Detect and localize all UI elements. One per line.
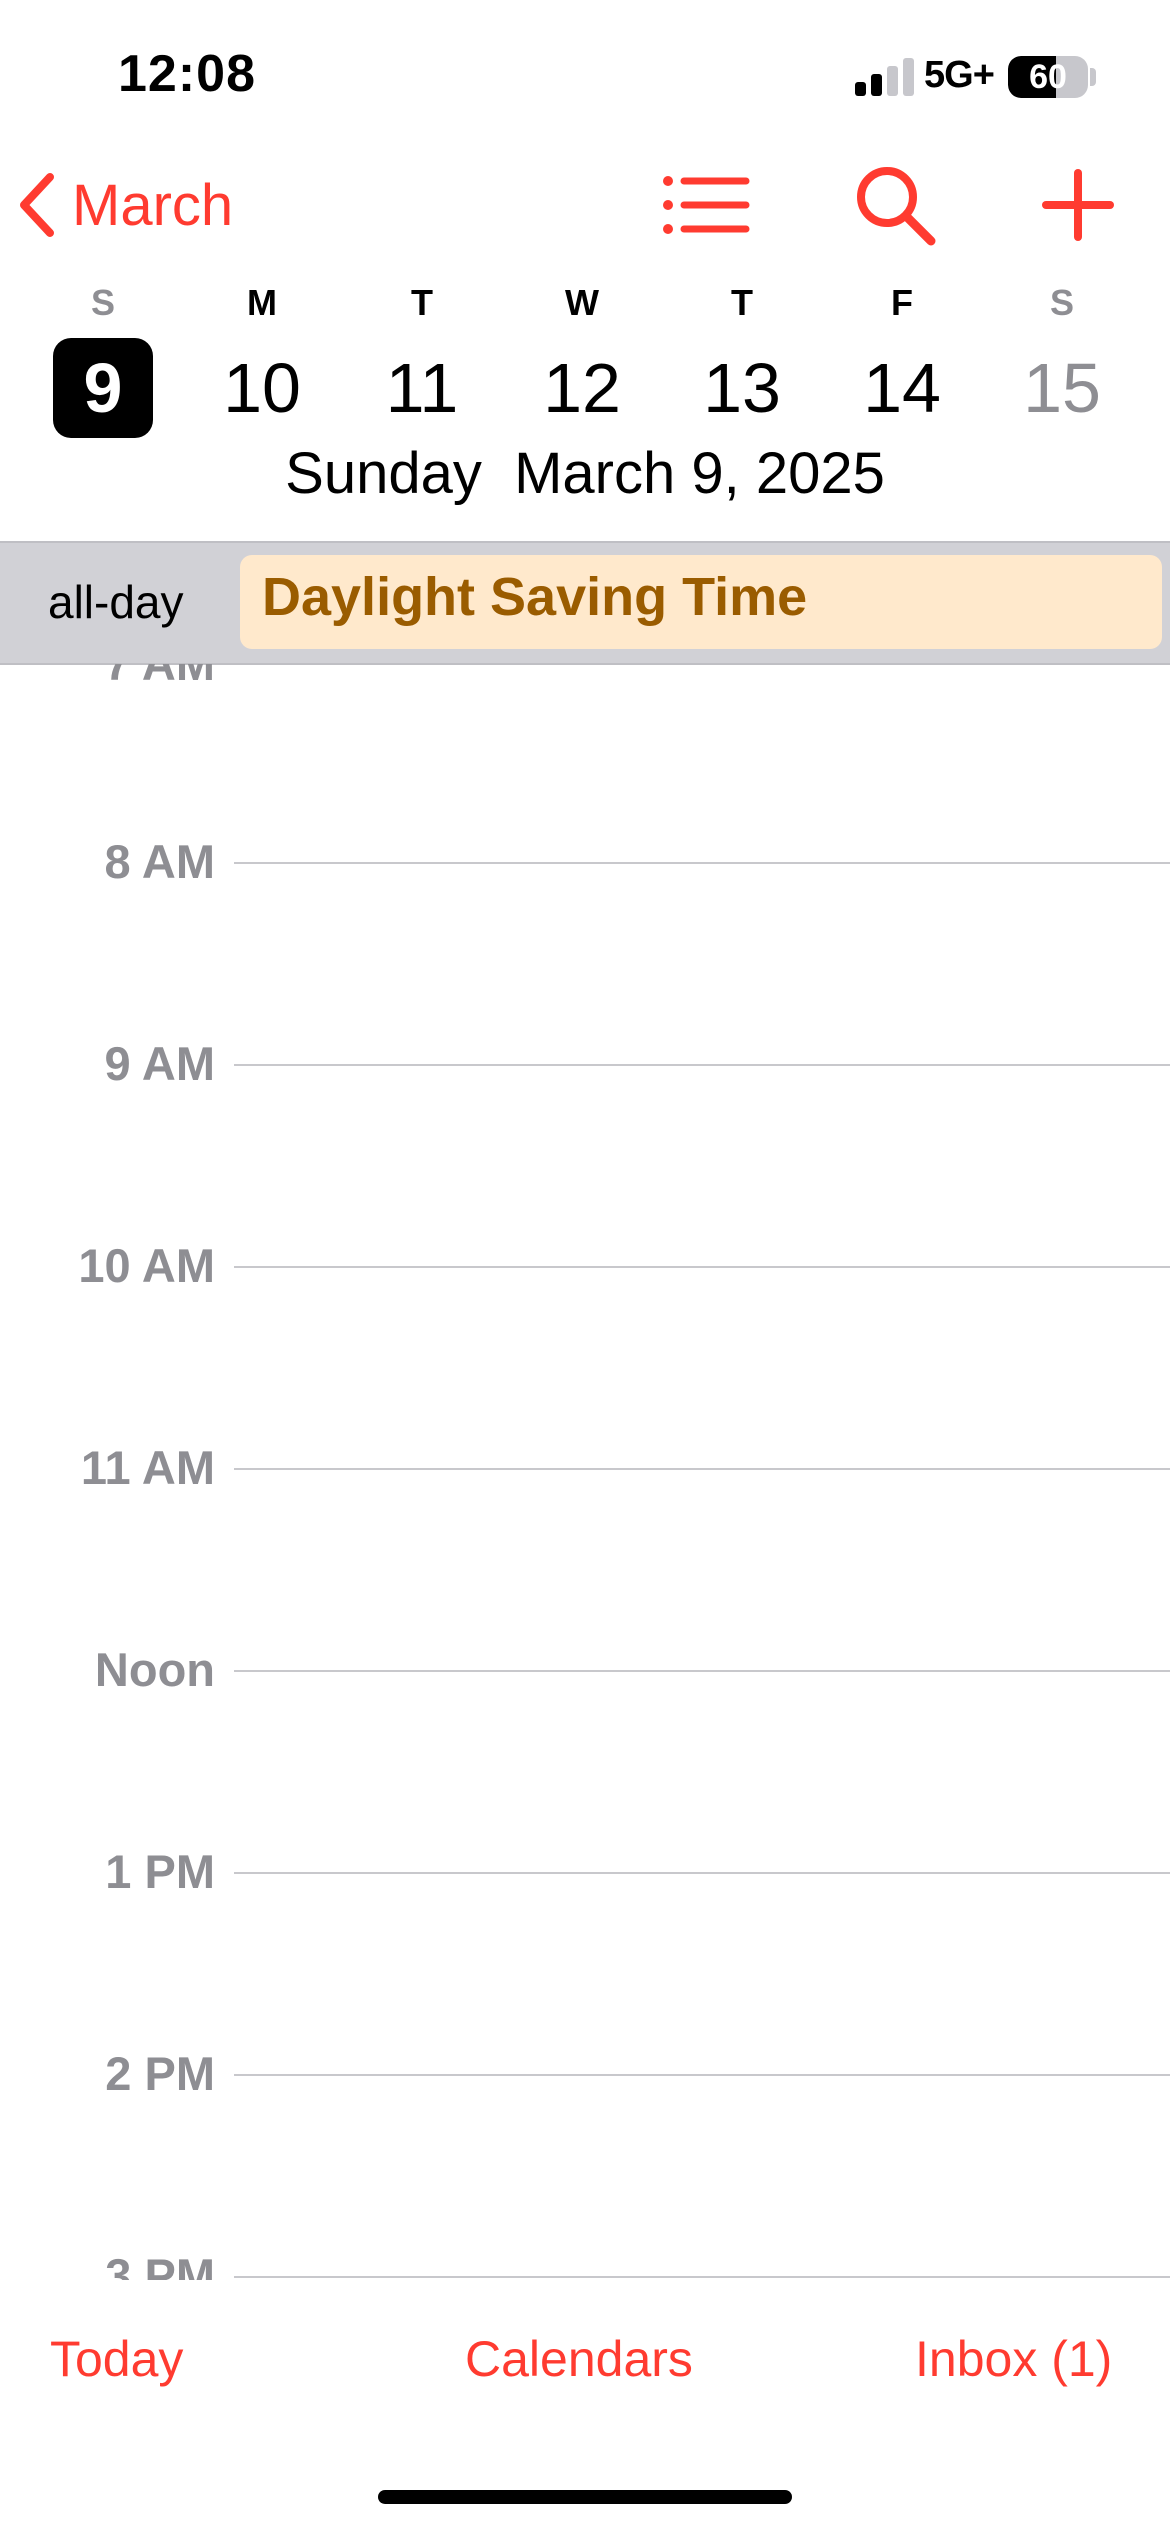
signal-strength-icon xyxy=(855,58,915,96)
day-of-week: W xyxy=(565,282,599,323)
hour-label: 7 AM xyxy=(104,664,215,694)
day-of-week: M xyxy=(247,282,277,323)
day-of-week: F xyxy=(891,282,913,323)
week-strip: S 9 M 10 T 11 W 12 T 13 F 14 S 15 xyxy=(0,276,1170,438)
search-button[interactable] xyxy=(845,160,945,250)
hour-row-1pm: 1 PM xyxy=(0,1842,1170,1902)
hour-row-9am: 9 AM xyxy=(0,1034,1170,1094)
day-column-mon[interactable]: M 10 xyxy=(182,276,342,438)
day-number[interactable]: 15 xyxy=(1012,338,1112,438)
day-column-sun[interactable]: S 9 xyxy=(23,276,183,438)
hour-divider xyxy=(234,1468,1170,1470)
hour-divider xyxy=(234,1670,1170,1672)
hour-divider xyxy=(234,2276,1170,2278)
day-timeline[interactable]: 7 AM 8 AM 9 AM 10 AM 11 AM Noon 1 PM 2 P… xyxy=(0,664,1170,2280)
day-column-fri[interactable]: F 14 xyxy=(822,276,982,438)
all-day-label: all-day xyxy=(48,576,184,628)
all-day-event-title: Daylight Saving Time xyxy=(262,567,808,627)
back-to-month-button[interactable]: March xyxy=(20,160,233,250)
day-number[interactable]: 14 xyxy=(852,338,952,438)
day-column-tue[interactable]: T 11 xyxy=(342,276,502,438)
battery-level: 60 xyxy=(1029,58,1067,96)
day-number[interactable]: 10 xyxy=(212,338,312,438)
hour-label: 11 AM xyxy=(80,1441,215,1494)
hour-row-7am: 7 AM xyxy=(0,664,1170,694)
network-type: 5G+ xyxy=(924,54,995,96)
hour-divider xyxy=(234,1266,1170,1268)
day-of-week: S xyxy=(90,282,115,323)
hour-row-2pm: 2 PM xyxy=(0,2044,1170,2104)
status-time: 12:08 xyxy=(118,45,256,103)
selected-date-title: Sunday March 9, 2025 xyxy=(285,441,885,506)
hour-divider xyxy=(234,862,1170,864)
day-number[interactable]: 13 xyxy=(692,338,792,438)
day-number-selected[interactable]: 9 xyxy=(53,338,153,438)
hour-label: 2 PM xyxy=(105,2047,215,2100)
hour-label: 9 AM xyxy=(104,1037,215,1090)
hour-row-3pm: 3 PM xyxy=(0,2246,1170,2280)
search-icon xyxy=(857,167,936,246)
hour-row-noon: Noon xyxy=(0,1640,1170,1700)
day-column-sat[interactable]: S 15 xyxy=(982,276,1142,438)
chevron-left-icon xyxy=(20,173,54,237)
hour-label: Noon xyxy=(94,1643,215,1696)
hour-row-10am: 10 AM xyxy=(0,1236,1170,1296)
hour-label: 1 PM xyxy=(105,1845,215,1898)
home-indicator[interactable] xyxy=(378,2490,792,2504)
day-column-wed[interactable]: W 12 xyxy=(502,276,662,438)
day-number[interactable]: 12 xyxy=(532,338,632,438)
list-view-button[interactable] xyxy=(656,160,756,250)
day-of-week: T xyxy=(411,282,433,323)
hour-divider xyxy=(234,2074,1170,2076)
list-icon xyxy=(663,176,750,234)
hour-label: 3 PM xyxy=(105,2249,215,2280)
today-button[interactable]: Today xyxy=(50,2330,183,2388)
hour-label: 10 AM xyxy=(78,1239,215,1292)
hour-row-11am: 11 AM xyxy=(0,1438,1170,1498)
battery-icon: 60 xyxy=(1008,56,1088,98)
calendars-button[interactable]: Calendars xyxy=(465,2330,693,2388)
hour-label: 8 AM xyxy=(104,835,215,888)
battery-tip xyxy=(1090,68,1096,86)
day-of-week: T xyxy=(731,282,753,323)
add-event-button[interactable] xyxy=(1028,160,1128,250)
inbox-button[interactable]: Inbox (1) xyxy=(915,2330,1112,2388)
hour-row-8am: 8 AM xyxy=(0,832,1170,892)
hour-divider xyxy=(234,1064,1170,1066)
day-of-week: S xyxy=(1049,282,1074,323)
hour-divider xyxy=(234,1872,1170,1874)
day-column-thu[interactable]: T 13 xyxy=(662,276,822,438)
day-number[interactable]: 11 xyxy=(372,338,472,438)
plus-icon xyxy=(1042,169,1114,241)
back-label: March xyxy=(72,172,234,238)
